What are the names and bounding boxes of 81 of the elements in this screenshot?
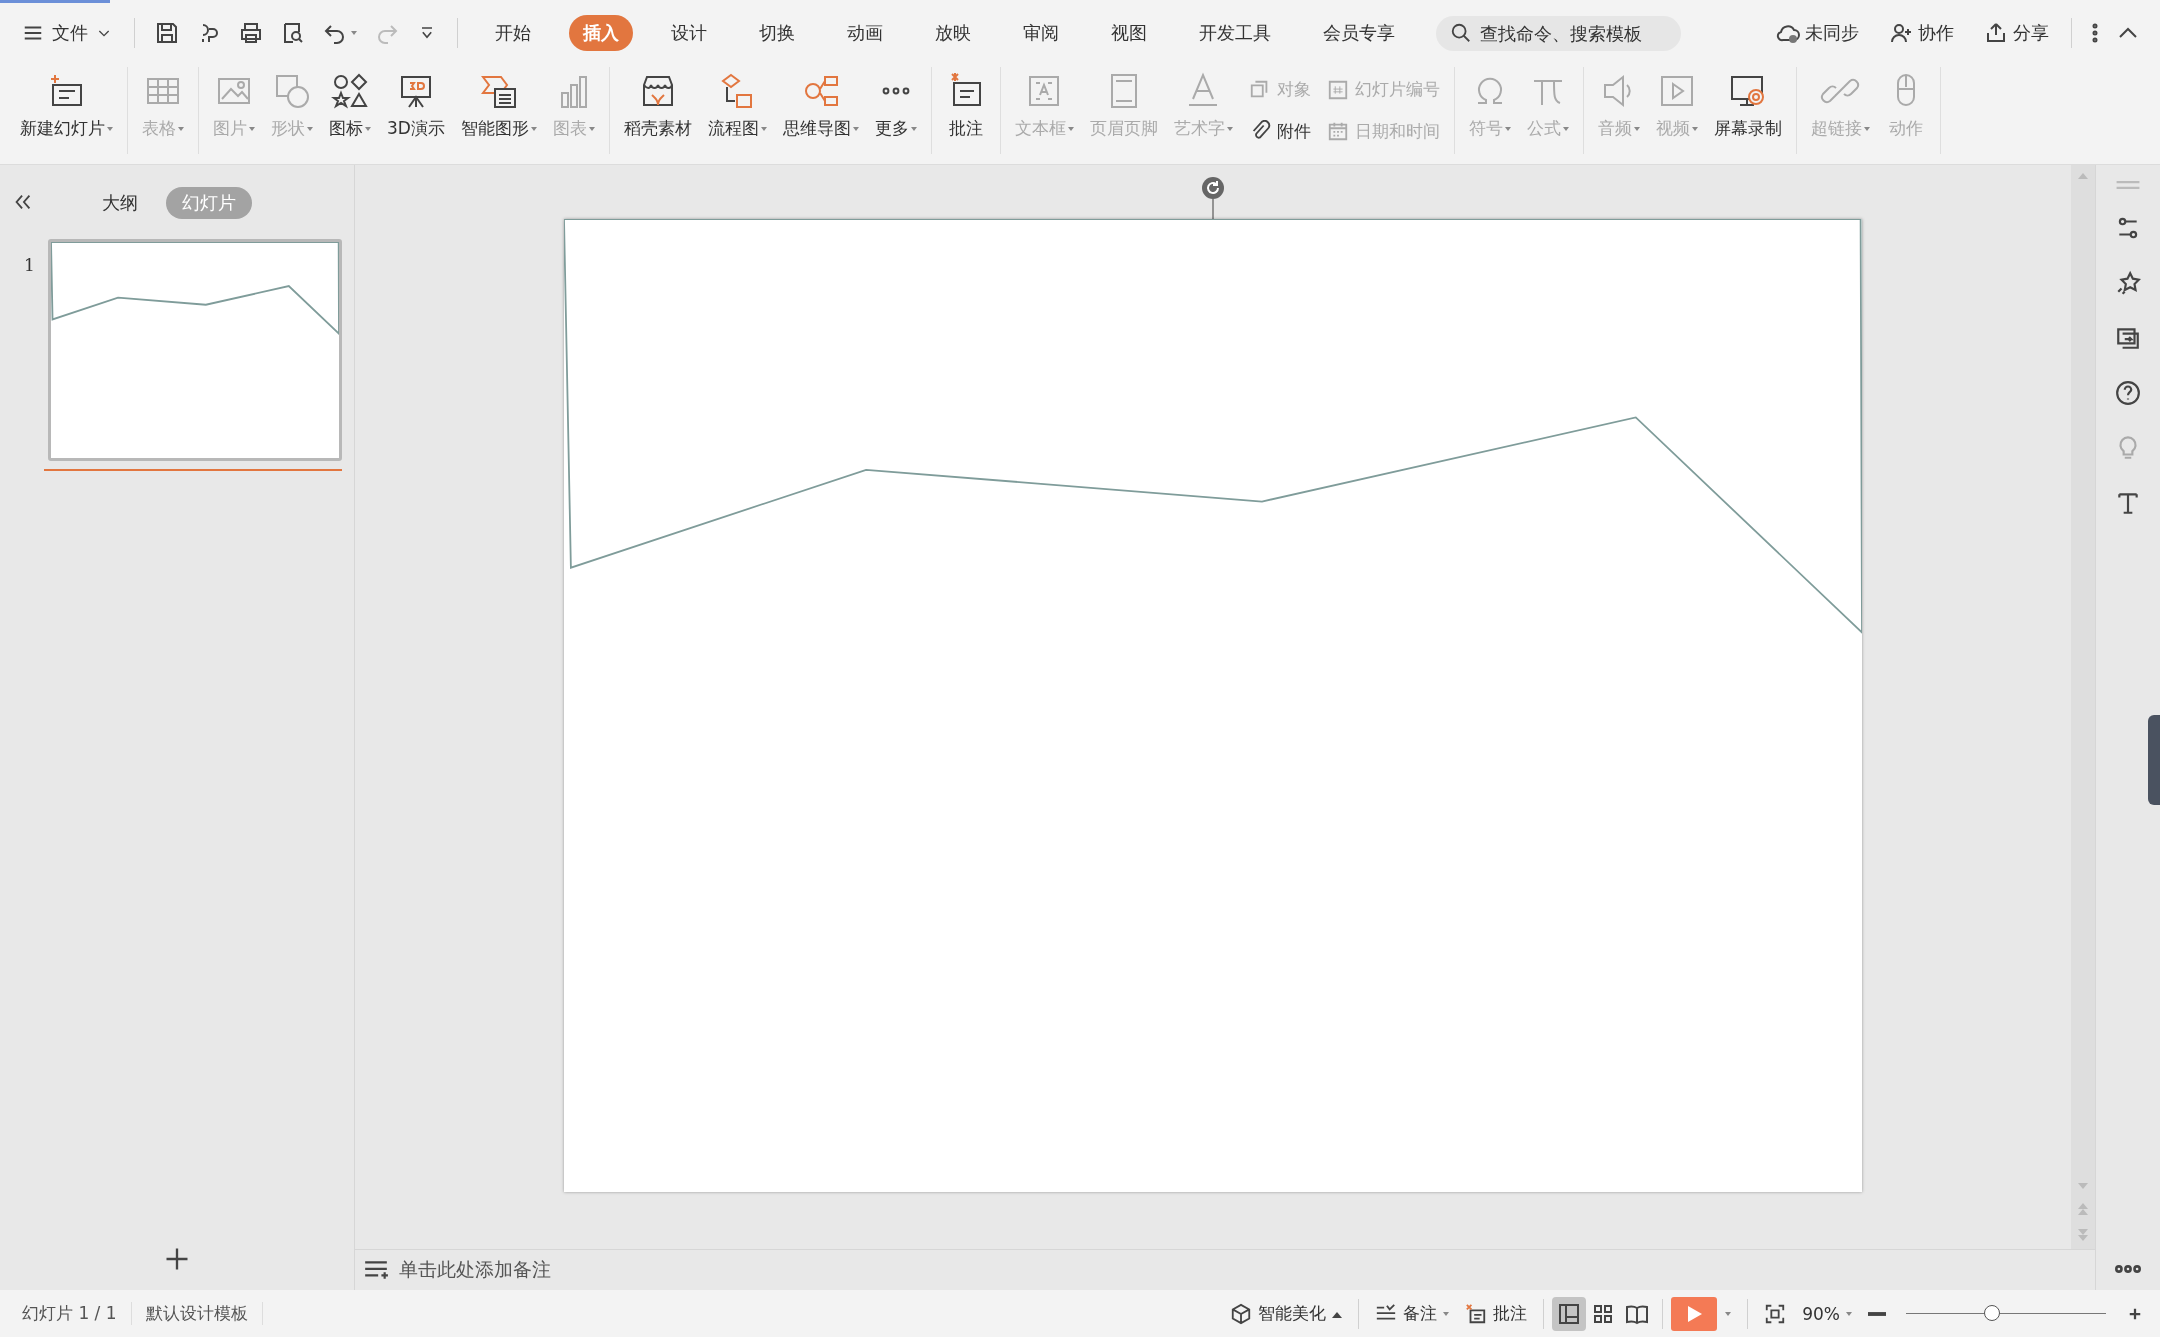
slide-thumbnail[interactable] [48, 239, 342, 461]
ribbon-button[interactable]: 思维导图 [774, 67, 867, 154]
caret-icon [249, 126, 255, 131]
slide-number: 1 [24, 254, 36, 275]
user-plus-icon [1889, 21, 1913, 45]
caret-icon [107, 126, 113, 131]
beautify-button[interactable]: 智能美化 [1222, 1298, 1351, 1329]
caret-icon [530, 126, 537, 131]
caret-icon [760, 126, 767, 131]
caret-icon [1725, 1311, 1732, 1316]
ribbon-button[interactable]: 新建幻灯片 [12, 67, 121, 154]
ribbon-tab[interactable]: 放映 [921, 15, 985, 51]
play-button[interactable] [1671, 1296, 1718, 1331]
status-text: 幻灯片 1 / 1 [8, 1302, 132, 1325]
caret-icon [1633, 126, 1640, 131]
notes-button[interactable]: 备注 [1367, 1298, 1458, 1329]
panel-tab[interactable]: 大纲 [86, 187, 154, 219]
toolbar-action[interactable]: 协作 [1881, 17, 1962, 49]
drag-handle-icon [2116, 181, 2140, 189]
caret-icon [1226, 126, 1233, 131]
icons-icon [330, 71, 370, 111]
ribbon-tab[interactable]: 开发工具 [1185, 15, 1285, 51]
ribbon-button[interactable]: 3D演示 [379, 67, 453, 154]
ribbon-tab[interactable]: 动画 [833, 15, 897, 51]
ribbon-tab[interactable]: 视图 [1097, 15, 1161, 51]
ribbon-button[interactable]: 更多 [866, 67, 925, 154]
zoom-dropdown[interactable]: 90% [1794, 1299, 1860, 1328]
slider-thumb[interactable] [1984, 1304, 2000, 1321]
caret-icon [1504, 126, 1511, 131]
ribbon-tab[interactable]: 设计 [657, 15, 721, 51]
ribbon-button[interactable]: 批注 [937, 67, 994, 154]
normal-view-icon [1557, 1301, 1582, 1326]
more-icon [2115, 1265, 2141, 1273]
file-menu[interactable]: 文件 [14, 15, 120, 51]
window-switch-icon [2115, 325, 2141, 351]
view-mode-button[interactable] [1552, 1296, 1587, 1331]
save-icon [155, 21, 179, 45]
comments-button[interactable]: 批注 [1457, 1298, 1536, 1329]
toolbar-action[interactable]: 未同步 [1768, 17, 1867, 49]
preview-icon [281, 21, 305, 45]
ribbon-button[interactable]: 流程图 [699, 67, 775, 154]
search-icon [1450, 22, 1472, 44]
ribbon-button[interactable]: 附件 [1244, 117, 1315, 145]
text-icon [2115, 490, 2141, 516]
caret-icon [1562, 126, 1569, 131]
caret-icon [1846, 1311, 1852, 1316]
caret-icon [588, 126, 595, 131]
toolbar-action[interactable]: 分享 [1976, 17, 2057, 49]
status-text: 默认设计模板 [131, 1302, 263, 1325]
caret-icon [852, 126, 859, 131]
caret-icon [1443, 1311, 1450, 1316]
ribbon-button[interactable]: 稻壳素材 [615, 67, 700, 154]
share-icon [1984, 21, 2008, 45]
ribbon-tab[interactable]: 审阅 [1009, 15, 1073, 51]
more-icon [2092, 22, 2098, 44]
fit-icon [1764, 1302, 1787, 1325]
caret-icon [351, 31, 357, 35]
cube-icon [1230, 1302, 1253, 1325]
caret-icon [307, 126, 313, 131]
printer-icon [239, 21, 263, 45]
ribbon-button[interactable]: 智能图形 [452, 67, 545, 154]
caret-icon [178, 126, 184, 131]
magic-star-icon [2115, 270, 2141, 296]
minus-icon [1868, 1311, 1886, 1316]
comment-icon [1465, 1302, 1488, 1325]
caret-icon [1691, 126, 1698, 131]
more-icon [880, 87, 911, 95]
calendar-icon [1326, 120, 1349, 143]
ribbon-button[interactable]: 图标 [321, 67, 379, 154]
search-field[interactable]: 查找命令、搜索模板 [1436, 15, 1681, 51]
ribbon-tab[interactable]: 会员专享 [1309, 15, 1409, 51]
notes-placeholder[interactable]: 单击此处添加备注 [399, 1257, 551, 1283]
help-icon [2115, 380, 2141, 406]
caret-icon [1863, 126, 1870, 131]
slide-number-icon [1326, 78, 1349, 101]
ribbon-tab[interactable]: 开始 [481, 15, 545, 51]
caret-icon [910, 126, 917, 131]
caret-icon [365, 126, 371, 131]
ribbon-button[interactable]: 屏幕录制 [1705, 67, 1790, 154]
caret-icon [1067, 126, 1074, 131]
ribbon-tab[interactable]: 切换 [745, 15, 809, 51]
